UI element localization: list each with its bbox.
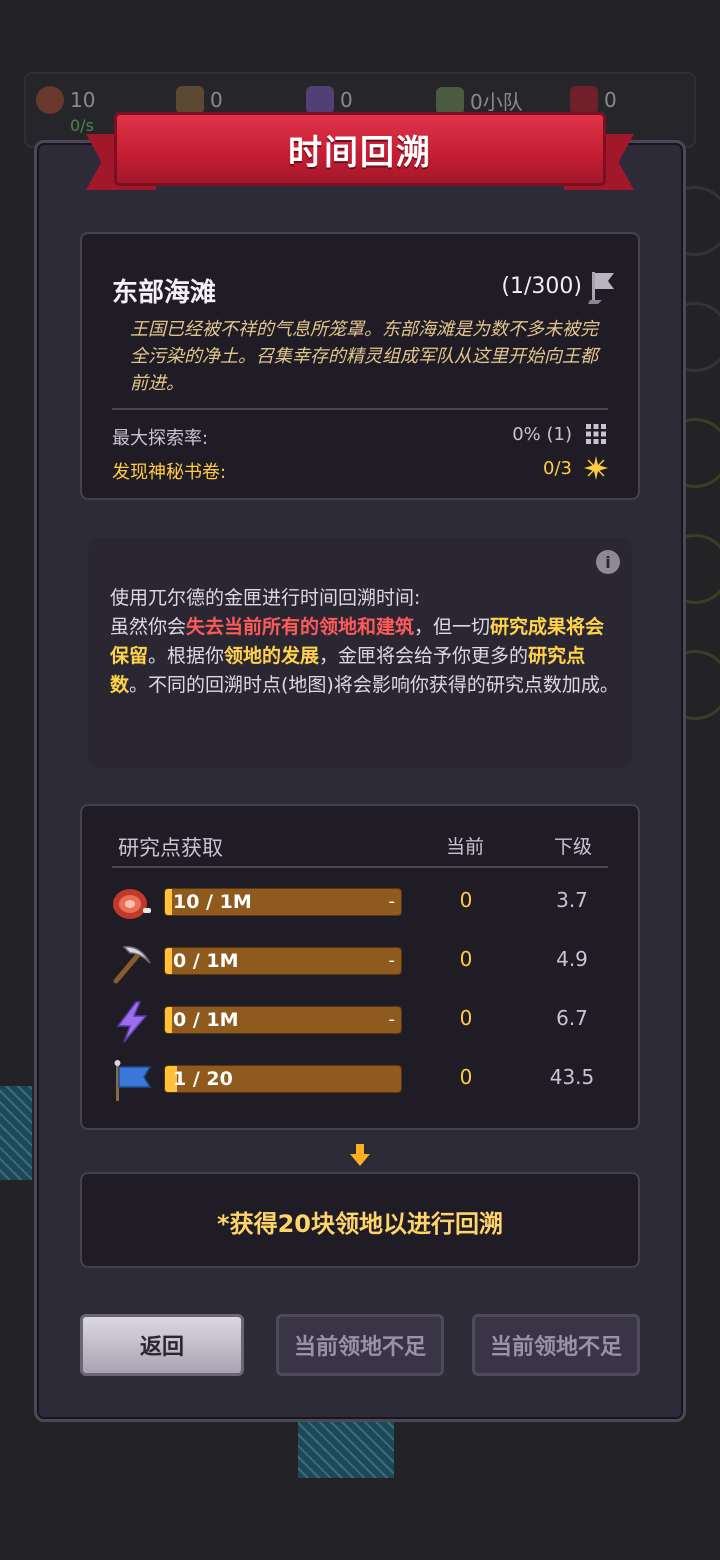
column-current: 当前 bbox=[446, 836, 485, 858]
next-value: 43.5 bbox=[549, 1065, 595, 1089]
research-header: 研究点获取 bbox=[118, 836, 223, 860]
insufficient-territory-button[interactable]: 当前领地不足 bbox=[276, 1314, 444, 1376]
info-segment: ，金匣将会给予你更多的 bbox=[319, 645, 529, 667]
research-row-energy: 0 / 1M - 0 6.7 bbox=[110, 1000, 620, 1043]
progress-bar: 1 / 20 bbox=[164, 1065, 402, 1093]
region-name: 东部海滩 bbox=[112, 278, 217, 308]
requirement-card: *获得20块领地以进行回溯 bbox=[80, 1172, 640, 1268]
region-card: 东部海滩 (1/300) 王国已经被不祥的气息所笼罩。东部海滩是为数不多未被完全… bbox=[80, 232, 640, 500]
map-tile-bottom bbox=[298, 1422, 394, 1478]
tomes-label: 发现神秘书卷: bbox=[112, 462, 227, 483]
resource-value: 0 bbox=[340, 88, 353, 112]
next-value: 3.7 bbox=[556, 888, 588, 912]
progress-bar: 0 / 1M - bbox=[164, 1006, 402, 1034]
lightning-icon bbox=[116, 1001, 148, 1043]
tomes-value: 0/3 bbox=[543, 458, 572, 479]
info-segment: ，但一切 bbox=[414, 616, 491, 638]
resource-ore[interactable]: 0 bbox=[176, 86, 223, 114]
pickaxe-icon bbox=[176, 86, 204, 114]
meat-icon bbox=[36, 86, 64, 114]
flag-icon bbox=[588, 272, 614, 304]
info-segment: 。不同的回溯时点(地图)将会影响你获得的研究点数加成。 bbox=[129, 674, 619, 696]
progress-text: 0 / 1M bbox=[173, 950, 239, 972]
progress-fill bbox=[165, 889, 173, 915]
progress-suffix: - bbox=[388, 1009, 396, 1030]
ribbon-band: 时间回溯 bbox=[114, 112, 606, 186]
banner-icon bbox=[570, 86, 598, 114]
grid-icon bbox=[586, 424, 606, 444]
next-value: 6.7 bbox=[556, 1006, 588, 1030]
info-line: 使用兀尔德的金匣进行时间回溯时间: bbox=[110, 587, 421, 609]
divider bbox=[112, 408, 608, 410]
current-value: 0 bbox=[459, 947, 473, 971]
dialog-title: 时间回溯 bbox=[288, 132, 432, 173]
resource-value: 0 bbox=[604, 88, 617, 112]
info-segment: 虽然你会 bbox=[110, 616, 187, 638]
sword-icon bbox=[436, 86, 464, 115]
research-row-meat: 10 / 1M - 0 3.7 bbox=[110, 882, 620, 922]
info-text: 使用兀尔德的金匣进行时间回溯时间: 虽然你会失去当前所有的领地和建筑，但一切研究… bbox=[110, 584, 620, 700]
info-segment: 。根据你 bbox=[148, 645, 225, 667]
lightning-icon bbox=[306, 86, 334, 114]
resource-meat[interactable]: 10 0/s bbox=[36, 86, 96, 135]
back-button[interactable]: 返回 bbox=[80, 1314, 244, 1376]
max-explore-label: 最大探索率: bbox=[112, 428, 209, 449]
resource-value: 10 bbox=[70, 88, 96, 112]
info-highlight: 失去当前所有的领地和建筑 bbox=[186, 616, 415, 638]
region-description: 王国已经被不祥的气息所笼罩。东部海滩是为数不多未被完全污染的净土。召集幸存的精灵… bbox=[130, 319, 598, 394]
divider bbox=[112, 866, 608, 868]
progress-bar: 0 / 1M - bbox=[164, 947, 402, 975]
research-row-ore: 0 / 1M - 0 4.9 bbox=[110, 941, 620, 984]
flag-icon bbox=[114, 1060, 152, 1101]
current-value: 0 bbox=[459, 1065, 473, 1089]
resource-value: 0 bbox=[210, 88, 223, 112]
progress-text: 1 / 20 bbox=[173, 1068, 233, 1090]
progress-suffix: - bbox=[388, 891, 396, 912]
info-highlight: 领地的发展 bbox=[224, 645, 320, 667]
progress-fill bbox=[165, 948, 173, 974]
sparkle-icon bbox=[584, 456, 608, 480]
insufficient-territory-button[interactable]: 当前领地不足 bbox=[472, 1314, 640, 1376]
arrow-down-icon bbox=[350, 1144, 370, 1166]
column-next: 下级 bbox=[554, 836, 593, 858]
title-ribbon: 时间回溯 bbox=[86, 112, 634, 196]
resource-value: 0小队 bbox=[470, 90, 523, 114]
info-card: i 使用兀尔德的金匣进行时间回溯时间: 虽然你会失去当前所有的领地和建筑，但一切… bbox=[88, 538, 632, 768]
map-tile-left bbox=[0, 1086, 32, 1180]
current-value: 0 bbox=[459, 1006, 473, 1030]
progress-bar: 10 / 1M - bbox=[164, 888, 402, 916]
research-row-territory: 1 / 20 0 43.5 bbox=[110, 1059, 620, 1101]
progress-suffix: - bbox=[388, 950, 396, 971]
progress-text: 0 / 1M bbox=[173, 1009, 239, 1031]
meat-icon bbox=[113, 889, 151, 919]
info-icon[interactable]: i bbox=[596, 550, 620, 574]
research-points-card: 研究点获取 当前 下级 10 / 1M - 0 3.7 0 / 1M - 0 4… bbox=[80, 804, 640, 1130]
max-explore-value: 0% (1) bbox=[512, 424, 572, 445]
progress-text: 10 / 1M bbox=[173, 891, 252, 913]
region-count: (1/300) bbox=[501, 274, 582, 299]
resource-energy[interactable]: 0 bbox=[306, 86, 353, 114]
next-value: 4.9 bbox=[556, 947, 588, 971]
requirement-text: *获得20块领地以进行回溯 bbox=[217, 1210, 503, 1238]
pickaxe-icon bbox=[113, 946, 151, 984]
current-value: 0 bbox=[459, 888, 473, 912]
progress-fill bbox=[165, 1007, 173, 1033]
resource-squads[interactable]: 0小队 bbox=[436, 86, 523, 115]
resource-banner[interactable]: 0 bbox=[570, 86, 617, 114]
